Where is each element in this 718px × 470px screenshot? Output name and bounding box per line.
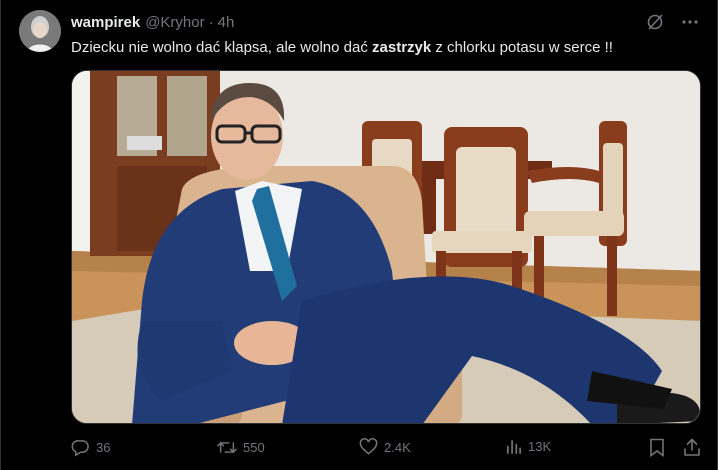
bookmark-button[interactable] xyxy=(649,438,665,457)
repost-icon xyxy=(217,438,237,457)
bookmark-icon xyxy=(649,438,665,457)
reply-button[interactable]: 36 xyxy=(71,438,110,457)
more-dots-icon[interactable] xyxy=(681,13,699,31)
share-button[interactable] xyxy=(683,438,701,457)
tweet-text-part-1: Dziecku nie wolno dać klapsa, ale wolno … xyxy=(71,39,373,56)
tweet-text-part-2: z chlorku potasu w serce !! xyxy=(431,39,613,56)
tweet-text-bold: zastrzyk xyxy=(372,39,432,56)
views-count: 13K xyxy=(528,439,552,454)
user-handle[interactable]: @Kryhor xyxy=(145,14,204,31)
tweet-header: wampirek @Kryhor · 4h xyxy=(71,12,234,32)
tweet-text: Dziecku nie wolno dać klapsa, ale wolno … xyxy=(71,38,613,58)
repost-button[interactable]: 550 xyxy=(217,438,265,457)
separator-dot: · xyxy=(208,13,214,31)
like-icon xyxy=(359,438,378,456)
like-button[interactable]: 2.4K xyxy=(359,438,411,456)
reply-count: 36 xyxy=(96,440,111,455)
like-count: 2.4K xyxy=(384,439,411,455)
views-icon xyxy=(505,438,522,455)
views-button[interactable]: 13K xyxy=(505,438,551,455)
grok-slash-circle-icon[interactable] xyxy=(645,12,665,32)
tweet-action-bar: 36 550 2.4K 13K xyxy=(71,438,701,460)
user-avatar[interactable] xyxy=(19,10,61,52)
display-name[interactable]: wampirek xyxy=(71,14,140,31)
share-icon xyxy=(683,438,701,457)
tweet-top-actions xyxy=(645,12,699,32)
tweet-card[interactable]: wampirek @Kryhor · 4h Dziecku nie wolno … xyxy=(0,0,718,470)
post-timestamp[interactable]: 4h xyxy=(218,14,235,31)
photo-illustration xyxy=(72,71,700,423)
tweet-photo[interactable] xyxy=(71,70,701,424)
repost-count: 550 xyxy=(243,440,265,455)
reply-icon xyxy=(71,438,90,457)
